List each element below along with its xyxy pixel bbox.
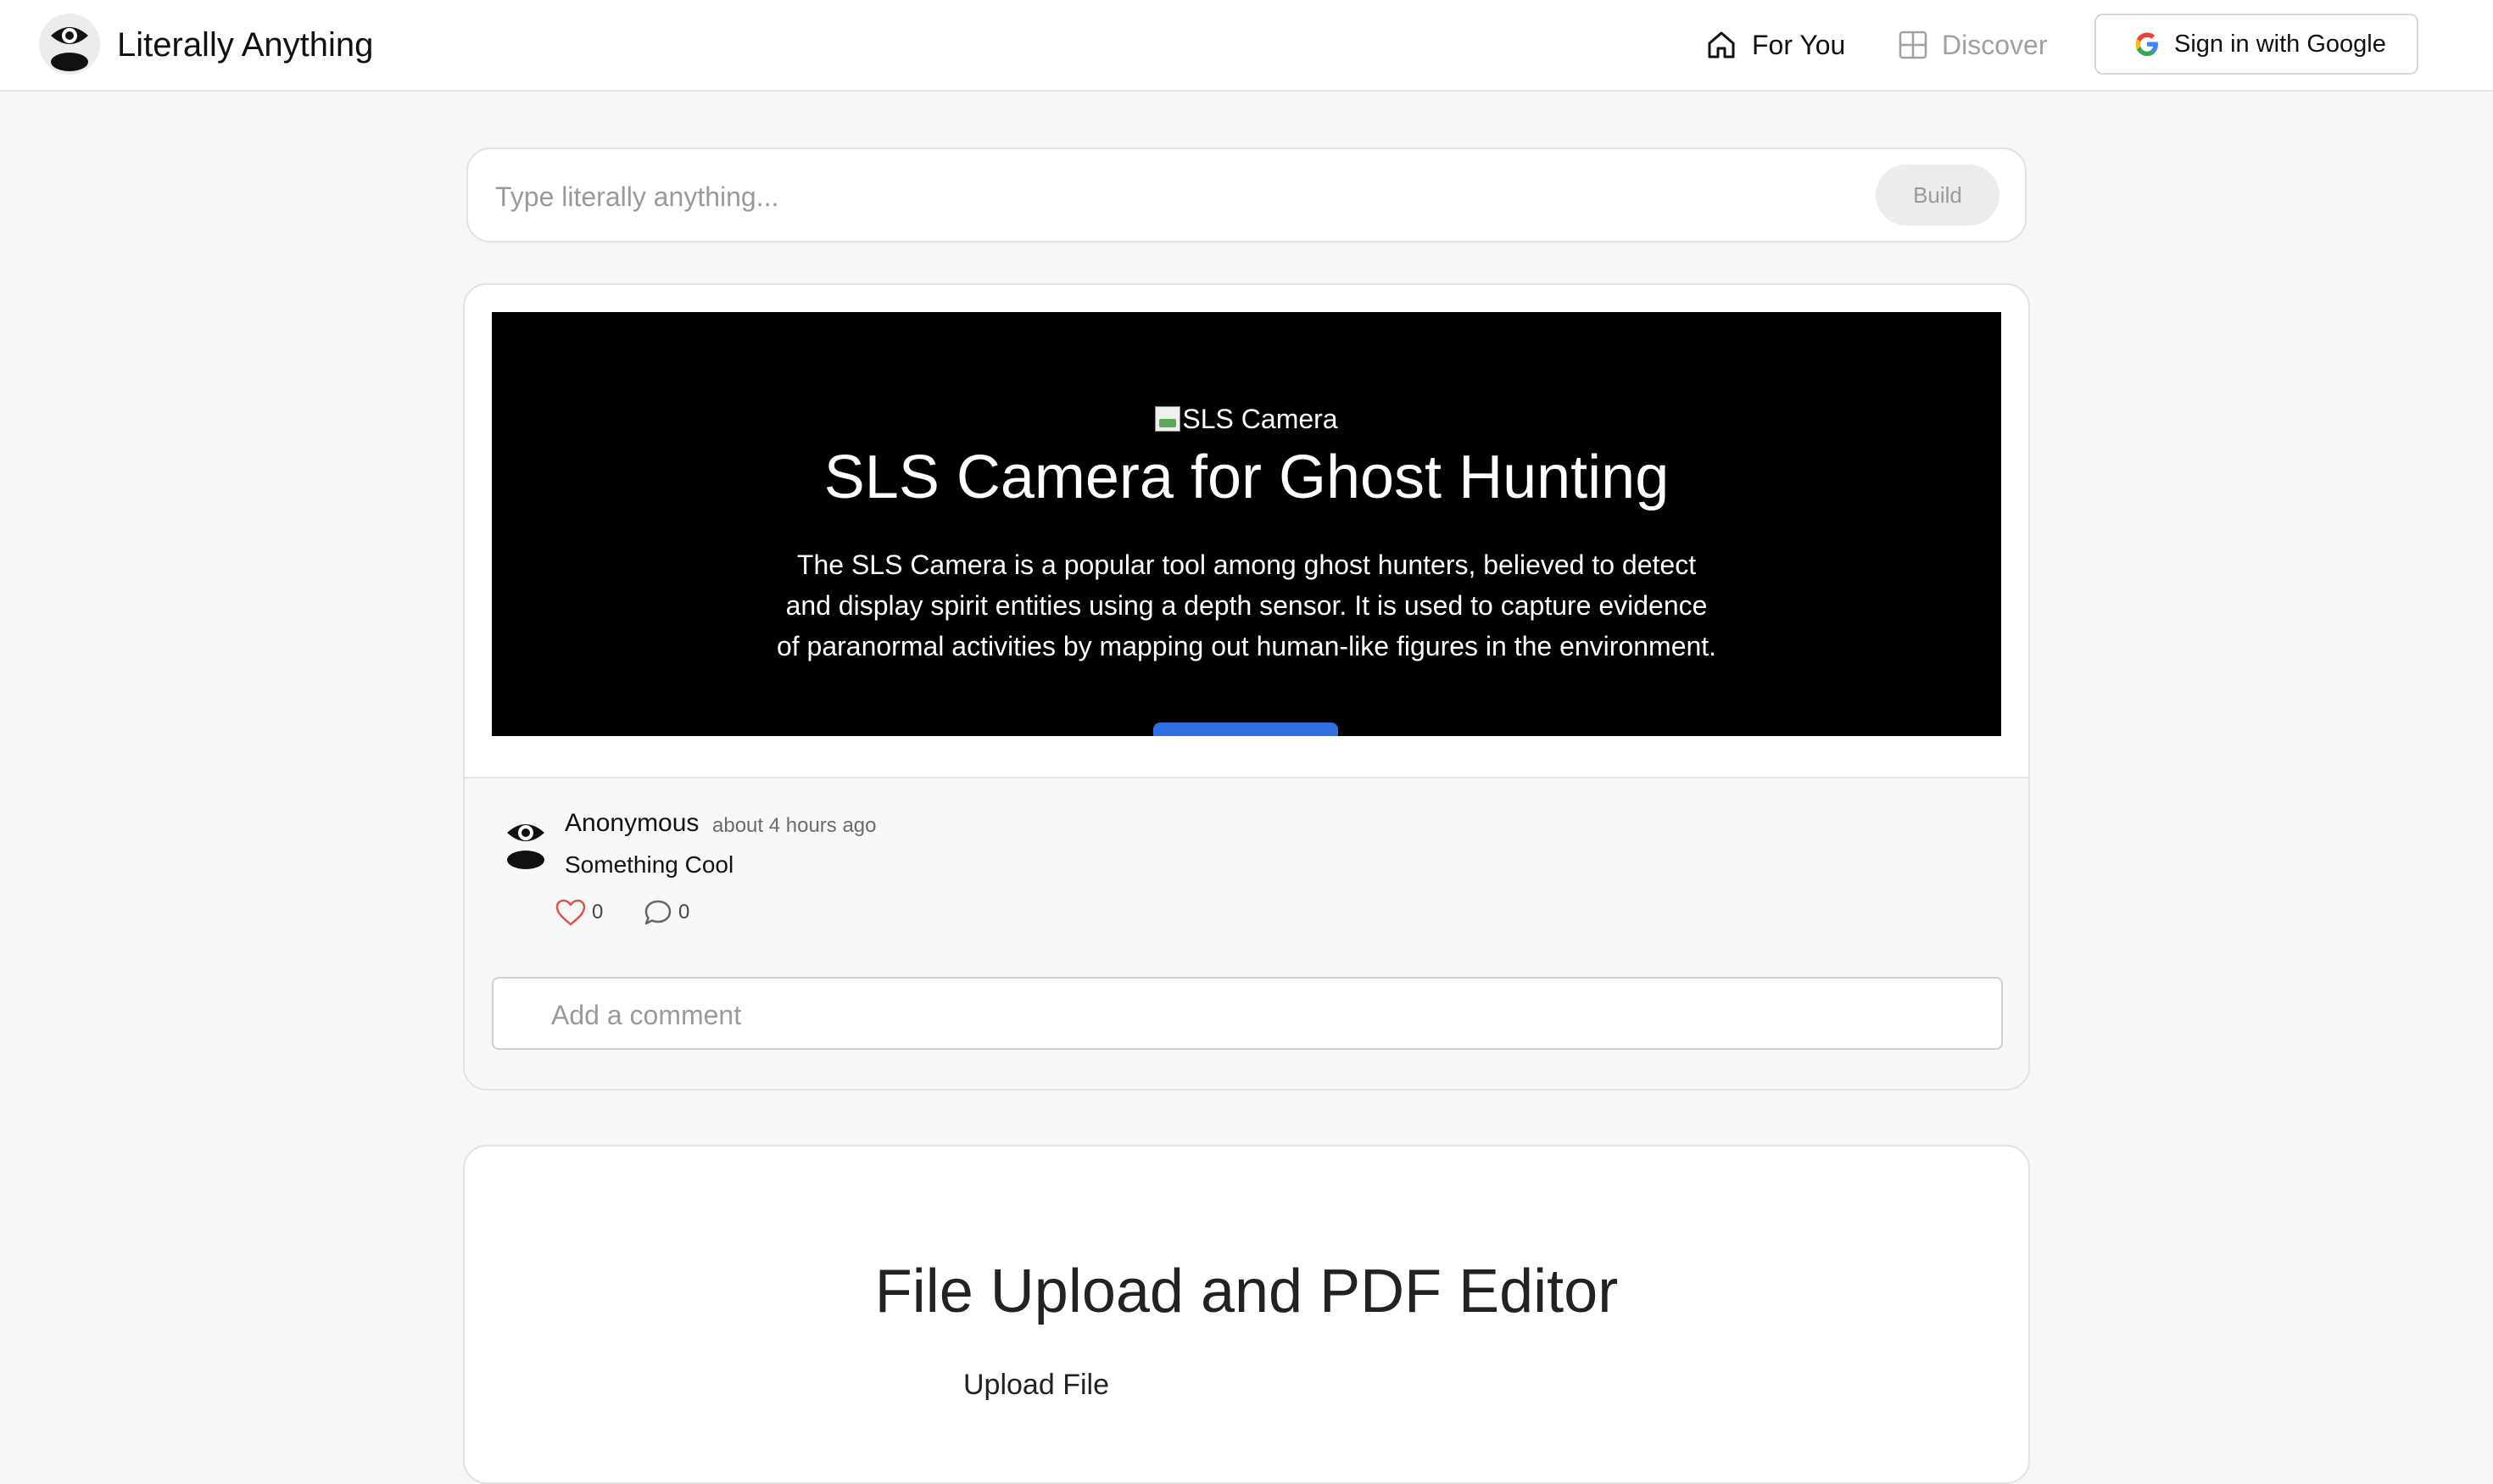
comment-button[interactable]: 0	[643, 895, 689, 929]
app-preview[interactable]: SLS Camera SLS Camera for Ghost Hunting …	[492, 312, 2001, 736]
nav-discover-label: Discover	[1942, 29, 2048, 60]
like-button[interactable]: 0	[555, 895, 603, 929]
top-header: Literally Anything For You Discover Sign…	[0, 0, 2493, 92]
prompt-bar: Build	[466, 148, 2027, 243]
nav-discover[interactable]: Discover	[1898, 25, 2047, 64]
sign-in-google-button[interactable]: Sign in with Google	[2094, 14, 2418, 75]
feed-card: SLS Camera SLS Camera for Ghost Hunting …	[463, 283, 2030, 1091]
image-alt-text: SLS Camera	[1182, 404, 1338, 434]
post-timestamp: about 4 hours ago	[712, 814, 877, 837]
preview-description: The SLS Camera is a popular tool among g…	[776, 550, 1717, 661]
comment-icon	[644, 900, 672, 925]
broken-image-icon	[1155, 406, 1181, 432]
comment-box	[492, 977, 2003, 1050]
google-icon	[2135, 32, 2158, 56]
sign-in-label: Sign in with Google	[2174, 30, 2386, 58]
grid-icon	[1899, 31, 1927, 59]
feed-card-2: File Upload and PDF Editor Upload File	[463, 1145, 2030, 1484]
nav-for-you-label: For You	[1752, 29, 1846, 60]
broken-image: SLS Camera	[492, 402, 2001, 436]
upload-file-label: Upload File	[963, 1369, 1109, 1401]
heart-icon	[555, 899, 586, 926]
build-button[interactable]: Build	[1876, 165, 1999, 226]
like-count: 0	[592, 901, 604, 923]
post-author[interactable]: Anonymous	[565, 809, 699, 838]
home-icon	[1708, 31, 1735, 59]
brand-name[interactable]: Literally Anything	[117, 24, 373, 66]
comment-count: 0	[678, 901, 690, 923]
eye-icon[interactable]	[39, 14, 100, 75]
prompt-input[interactable]	[494, 175, 1769, 219]
avatar	[507, 824, 544, 869]
comment-input[interactable]	[549, 994, 1910, 1036]
preview-action-button[interactable]	[1153, 722, 1338, 736]
post-section: Anonymous about 4 hours ago Something Co…	[465, 777, 2028, 1089]
preview-title: SLS Camera for Ghost Hunting	[823, 444, 1670, 511]
post-text: Something Cool	[565, 851, 734, 878]
card-title: File Upload and PDF Editor	[874, 1258, 1619, 1325]
nav-for-you[interactable]: For You	[1704, 25, 1845, 64]
